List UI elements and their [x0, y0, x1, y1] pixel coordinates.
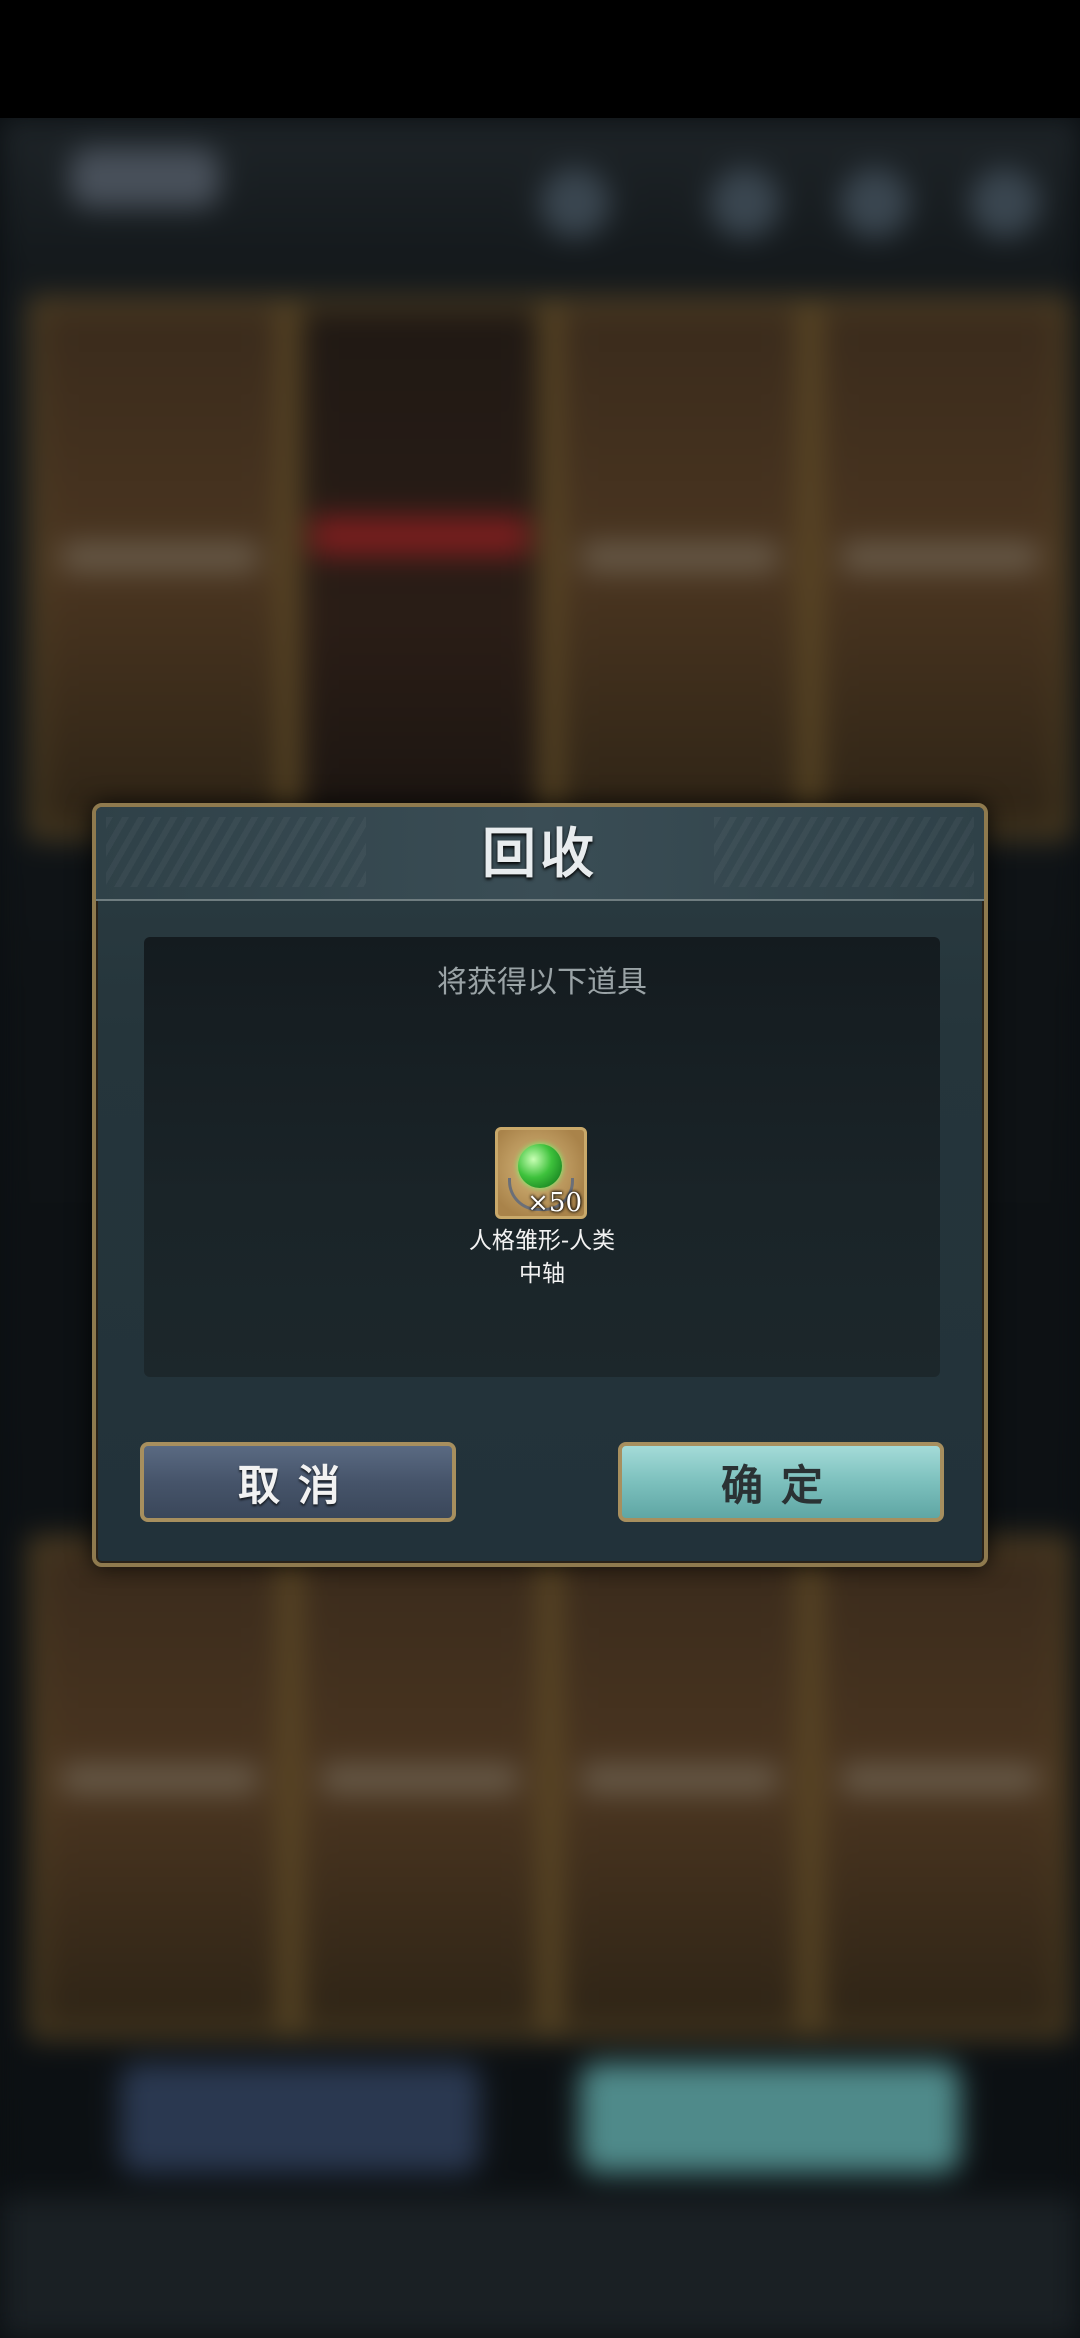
background-top-bar: [0, 118, 1080, 268]
confirm-button[interactable]: 确定: [618, 1442, 944, 1522]
background-button: [580, 2063, 960, 2173]
background-nav-bar: [0, 2198, 1080, 2338]
item-icon-frame: ×50: [495, 1127, 587, 1219]
dialog-title: 回收: [482, 821, 598, 885]
background-card: [30, 1538, 290, 2038]
rewards-caption: 将获得以下道具: [437, 965, 647, 1000]
green-gem-icon: [518, 1144, 562, 1188]
background-icon: [970, 168, 1040, 238]
background-card: [550, 298, 810, 838]
background-button: [120, 2063, 480, 2173]
background-card: [290, 298, 550, 838]
background-icon: [840, 168, 910, 238]
item-name: 人格雏形-人类中轴: [468, 1228, 616, 1287]
status-bar: [0, 0, 1080, 118]
background-card: [810, 298, 1070, 838]
background-card: [290, 1538, 550, 2038]
background-icon: [710, 168, 780, 238]
item-count: ×50: [527, 1188, 582, 1218]
background-title: [70, 148, 220, 208]
cancel-button[interactable]: 取消: [140, 1442, 456, 1522]
screen: 回收 将获得以下道具 ×50 人格雏形-人类中轴 取消 确定: [0, 0, 1080, 2338]
background-card: [810, 1538, 1070, 2038]
rewards-panel: 将获得以下道具 ×50 人格雏形-人类中轴: [144, 937, 940, 1377]
dialog-header: 回收: [96, 807, 984, 901]
background-icon: [540, 168, 610, 238]
recycle-dialog: 回收 将获得以下道具 ×50 人格雏形-人类中轴 取消 确定: [92, 803, 988, 1567]
background-card: [30, 298, 290, 838]
background-card: [550, 1538, 810, 2038]
